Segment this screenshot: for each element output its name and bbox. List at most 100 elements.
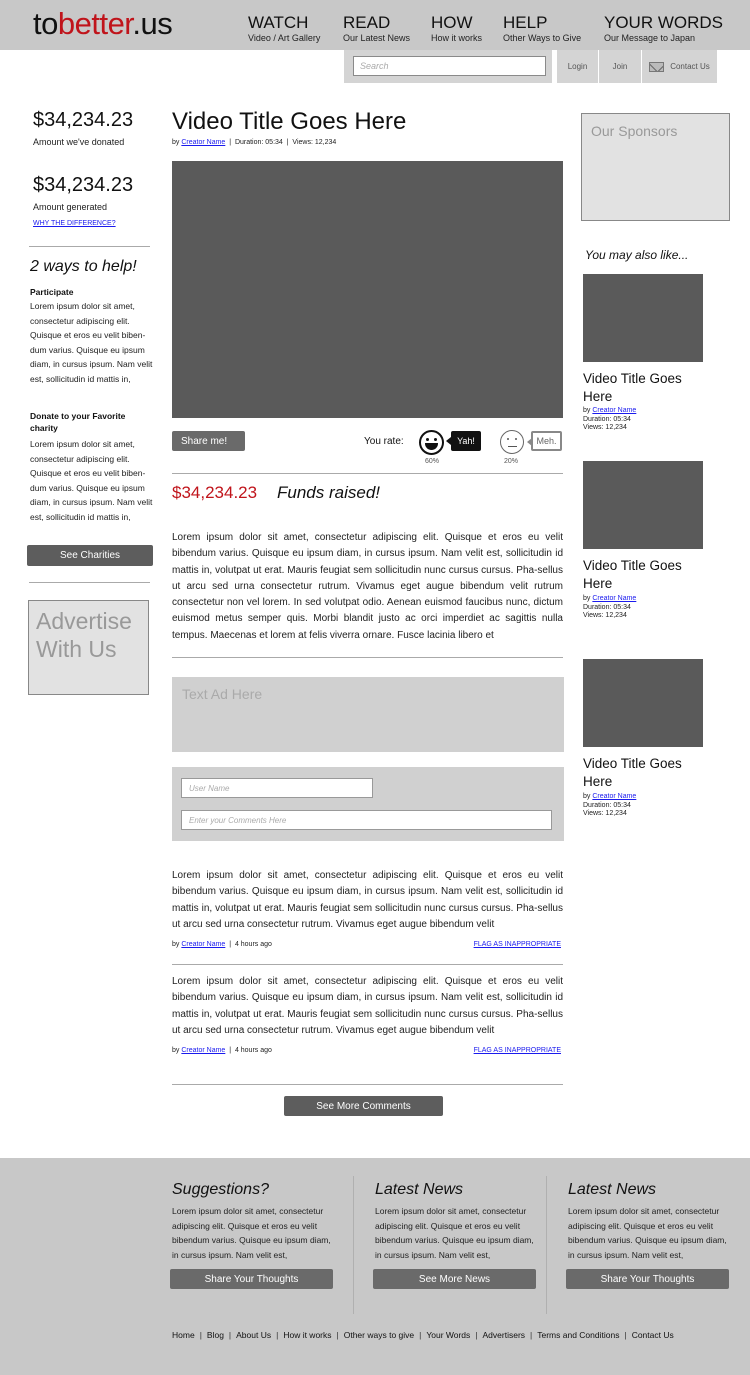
contact-button[interactable]: Contact Us [642, 50, 717, 83]
comment-author-link[interactable]: Creator Name [181, 1047, 225, 1054]
nav-watch-sub: Video / Art Gallery [248, 33, 321, 43]
divider [172, 657, 563, 658]
footer-column-text: Lorem ipsum dolor sit amet, consectetur … [568, 1206, 727, 1260]
mail-icon [649, 61, 665, 72]
advertise-label: Advertise With Us [36, 608, 132, 662]
nav-how[interactable]: HOW How it works [431, 13, 482, 44]
footer-divider [546, 1176, 547, 1314]
link-separator: | [475, 1330, 478, 1340]
site-logo[interactable]: tobetter.us [33, 6, 173, 42]
search-input[interactable] [353, 56, 546, 76]
text-ad-label: Text Ad Here [182, 686, 263, 702]
advertise-box[interactable]: Advertise With Us [28, 600, 149, 695]
footer-column-title: Latest News [375, 1181, 464, 1198]
share-thoughts-button[interactable]: Share Your Thoughts [566, 1269, 729, 1289]
related-video-title[interactable]: Video Title Goes Here [583, 370, 703, 405]
by-label: by [172, 941, 180, 948]
donate-title: Donate to your Favorite charity [30, 411, 126, 433]
footer-link-other-ways[interactable]: Other ways to give [344, 1330, 414, 1340]
nav-read[interactable]: READ Our Latest News [343, 13, 410, 44]
logo-prefix: to [33, 6, 58, 41]
comment-form [172, 767, 564, 841]
comment-author-link[interactable]: Creator Name [181, 941, 225, 948]
site-footer: Suggestions? Lorem ipsum dolor sit amet,… [0, 1158, 750, 1375]
yah-button[interactable]: Yah! [446, 431, 481, 451]
footer-link-advertisers[interactable]: Advertisers [483, 1330, 526, 1340]
creator-link[interactable]: Creator Name [592, 793, 636, 800]
footer-link-home[interactable]: Home [172, 1330, 195, 1340]
nav-help-sub: Other Ways to Give [503, 33, 582, 43]
footer-link-your-words[interactable]: Your Words [426, 1330, 470, 1340]
creator-link[interactable]: Creator Name [592, 407, 636, 414]
related-video-thumbnail[interactable] [583, 274, 703, 362]
comment-time: 4 hours ago [234, 1047, 272, 1054]
footer-link-terms[interactable]: Terms and Conditions [537, 1330, 619, 1340]
ways-to-help-title: 2 ways to help! [30, 258, 137, 275]
join-label: Join [612, 62, 628, 71]
related-views: Views: 12,234 [583, 424, 627, 431]
generated-label: Amount generated [33, 202, 108, 212]
donated-label: Amount we've donated [33, 137, 125, 147]
related-video-meta: by Creator Name Duration: 05:34 Views: 1… [583, 407, 636, 433]
meh-percent: 20% [504, 458, 519, 465]
link-separator: | [419, 1330, 422, 1340]
footer-link-blog[interactable]: Blog [207, 1330, 224, 1340]
footer-link-how-it-works[interactable]: How it works [283, 1330, 331, 1340]
meta-separator: | [229, 1047, 232, 1054]
logo-suffix: .us [132, 6, 173, 41]
also-like-title: You may also like... [585, 248, 689, 262]
see-more-news-button[interactable]: See More News [373, 1269, 536, 1289]
video-title: Video Title Goes Here [172, 108, 407, 135]
meh-face-icon[interactable] [500, 430, 524, 454]
footer-column-title: Suggestions? [172, 1181, 269, 1198]
see-charities-button[interactable]: See Charities [27, 545, 153, 566]
see-more-comments-button[interactable]: See More Comments [284, 1096, 443, 1116]
share-thoughts-button[interactable]: Share Your Thoughts [170, 1269, 333, 1289]
by-label: by [583, 407, 591, 414]
meh-button[interactable]: Meh. [527, 431, 562, 451]
happy-face-icon[interactable] [419, 430, 444, 455]
nav-your-words-label: YOUR WORDS [604, 13, 723, 32]
funds-raised-amount: $34,234.23 [172, 483, 258, 502]
flag-inappropriate-link[interactable]: FLAG AS INAPPROPRIATE [474, 1047, 561, 1054]
donate-text: Lorem ipsum dolor sit amet, consectetur … [30, 439, 153, 522]
divider [172, 964, 563, 965]
username-input[interactable] [181, 778, 373, 798]
nav-read-label: READ [343, 13, 391, 32]
nav-read-sub: Our Latest News [343, 33, 411, 43]
footer-link-contact[interactable]: Contact Us [632, 1330, 674, 1340]
related-duration: Duration: 05:34 [583, 801, 631, 809]
comment-text: Lorem ipsum dolor sit amet, consectetur … [172, 870, 563, 930]
video-player[interactable] [172, 161, 563, 418]
share-button[interactable]: Share me! [172, 431, 245, 451]
creator-link[interactable]: Creator Name [592, 595, 636, 602]
video-duration: Duration: 05:34 [234, 139, 283, 146]
video-description: Lorem ipsum dolor sit amet, consectetur … [172, 532, 563, 641]
nav-help[interactable]: HELP Other Ways to Give [503, 13, 581, 44]
meta-separator: | [229, 941, 232, 948]
nav-watch[interactable]: WATCH Video / Art Gallery [248, 13, 320, 44]
sponsors-box[interactable]: Our Sponsors [581, 113, 730, 221]
login-button[interactable]: Login [557, 50, 598, 83]
you-rate-label: You rate: [364, 436, 404, 447]
participate-text: Lorem ipsum dolor sit amet, consectetur … [30, 301, 153, 384]
footer-link-about[interactable]: About Us [236, 1330, 271, 1340]
related-video-title[interactable]: Video Title Goes Here [583, 755, 703, 790]
link-separator: | [624, 1330, 627, 1340]
nav-your-words[interactable]: YOUR WORDS Our Message to Japan [604, 13, 723, 44]
related-video-thumbnail[interactable] [583, 659, 703, 747]
text-ad[interactable]: Text Ad Here [172, 677, 564, 752]
divider [172, 1084, 563, 1085]
link-separator: | [276, 1330, 279, 1340]
related-video-title[interactable]: Video Title Goes Here [583, 557, 703, 592]
why-difference-link[interactable]: WHY THE DIFFERENCE? [33, 220, 116, 227]
related-video-thumbnail[interactable] [583, 461, 703, 549]
join-button[interactable]: Join [599, 50, 641, 83]
divider [29, 582, 150, 583]
sponsors-label: Our Sponsors [591, 123, 678, 139]
creator-link[interactable]: Creator Name [181, 139, 225, 146]
comment-input[interactable] [181, 810, 552, 830]
link-separator: | [530, 1330, 533, 1340]
flag-inappropriate-link[interactable]: FLAG AS INAPPROPRIATE [474, 941, 561, 948]
footer-divider [353, 1176, 354, 1314]
